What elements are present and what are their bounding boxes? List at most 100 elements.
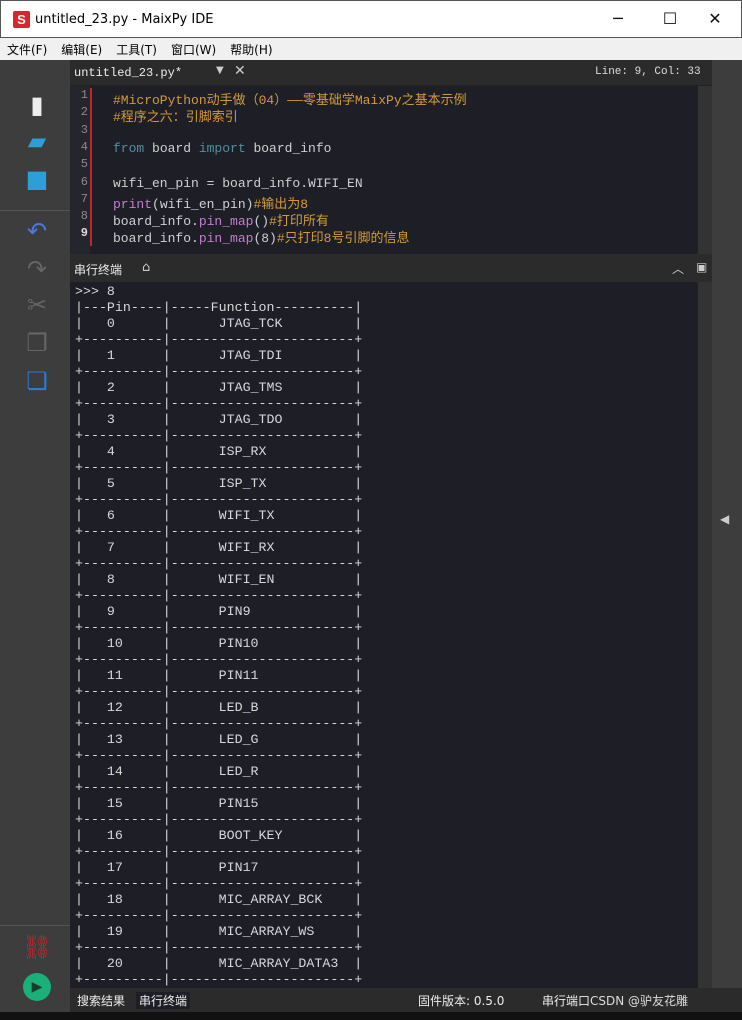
menu-tools[interactable]: 工具(T) — [109, 38, 164, 58]
serial-port-label[interactable]: 串行端口 — [542, 992, 590, 1009]
terminal-line: +----------|-----------------------+ — [75, 780, 363, 795]
serial-terminal-output[interactable]: >>> 8 |---Pin----|-----Function----------… — [70, 282, 697, 988]
terminal-line: +----------|-----------------------+ — [75, 332, 363, 347]
tab-serial-terminal[interactable]: 串行终端 — [136, 992, 191, 1009]
terminal-line: +----------|-----------------------+ — [75, 556, 363, 571]
run-icon[interactable]: ▶ — [23, 973, 51, 1001]
terminal-line: +----------|-----------------------+ — [75, 684, 363, 699]
terminal-line: +----------|-----------------------+ — [75, 652, 363, 667]
code-line: print(wifi_en_pin)#输出为8 — [113, 193, 308, 212]
app-logo-icon: S — [13, 11, 30, 28]
menu-help[interactable]: 帮助(H) — [223, 38, 279, 58]
file-tab[interactable]: untitled_23.py* — [74, 66, 182, 80]
terminal-line: | 9 | PIN9 | — [75, 604, 363, 619]
new-file-icon[interactable]: ▮ — [20, 90, 54, 120]
code-line: from board import board_info — [113, 141, 331, 156]
tab-search-results[interactable]: 搜索结果 — [77, 992, 125, 1009]
terminal-title: 串行终端 — [74, 263, 123, 277]
cut-icon[interactable]: ✂ — [20, 290, 54, 320]
close-tab-icon[interactable]: ✕ — [234, 63, 246, 79]
maximize-button[interactable]: ☐ — [655, 9, 685, 31]
watermark: CSDN @驴友花雕 — [590, 994, 689, 1008]
float-panel-icon[interactable]: ▣ — [696, 260, 707, 274]
editor-scrollbar[interactable] — [697, 86, 712, 254]
status-bar: 搜索结果 串行终端 固件版本: 0.5.0 串行端口 CSDN @驴友花雕 — [70, 988, 742, 1012]
terminal-line: +----------|-----------------------+ — [75, 492, 363, 507]
code-token: #只打印8号引脚的信息 — [276, 231, 410, 247]
collapse-icon[interactable]: ︿ — [672, 260, 684, 277]
code-token: from — [113, 140, 145, 156]
terminal-line: | 11 | PIN11 | — [75, 668, 363, 683]
terminal-line: | 14 | LED_R | — [75, 764, 363, 779]
terminal-line: | 3 | JTAG_TDO | — [75, 412, 363, 427]
menu-edit[interactable]: 编辑(E) — [54, 38, 109, 58]
close-button[interactable]: ✕ — [700, 9, 730, 31]
terminal-line: | 6 | WIFI_TX | — [75, 508, 363, 523]
terminal-line: +----------|-----------------------+ — [75, 940, 363, 955]
terminal-line: +----------|-----------------------+ — [75, 396, 363, 411]
menu-window[interactable]: 窗口(W) — [164, 38, 223, 58]
terminal-line: +----------|-----------------------+ — [75, 364, 363, 379]
line-number: 9 — [80, 226, 88, 241]
terminal-line: | 1 | JTAG_TDI | — [75, 348, 363, 363]
left-toolbar: ▮ ▰ ■ ↶ ↷ ✂ ❐ ❏ ⛓ ▶ — [0, 60, 70, 1020]
copy-icon[interactable]: ❐ — [20, 328, 54, 358]
line-number: 2 — [80, 105, 88, 120]
clear-terminal-icon[interactable]: ⌂ — [142, 260, 150, 275]
terminal-line: | 15 | PIN15 | — [75, 796, 363, 811]
line-number: 8 — [80, 209, 88, 224]
title-bar: S untitled_23.py - MaixPy IDE ─ ☐ ✕ — [0, 0, 742, 38]
expand-panel-icon[interactable]: ◀ — [720, 512, 729, 526]
save-icon[interactable]: ■ — [20, 164, 54, 194]
terminal-line: | 12 | LED_B | — [75, 700, 363, 715]
minimize-button[interactable]: ─ — [603, 9, 633, 31]
code-token: import — [198, 140, 246, 156]
terminal-line: | 19 | MIC_ARRAY_WS | — [75, 924, 363, 939]
terminal-line: +----------|-----------------------+ — [75, 844, 363, 859]
terminal-line: | 20 | MIC_ARRAY_DATA3 | — [75, 956, 363, 971]
terminal-line: +----------|-----------------------+ — [75, 588, 363, 603]
terminal-scrollbar[interactable] — [697, 282, 712, 988]
terminal-line: +----------|-----------------------+ — [75, 716, 363, 731]
terminal-line: | 16 | BOOT_KEY | — [75, 828, 363, 843]
menu-bar: 文件(F) 编辑(E) 工具(T) 窗口(W) 帮助(H) — [0, 38, 742, 60]
disconnect-icon[interactable]: ⛓ — [20, 932, 54, 962]
terminal-line: +----------|-----------------------+ — [75, 620, 363, 635]
window-bottom-edge — [0, 1012, 742, 1020]
menu-file[interactable]: 文件(F) — [0, 38, 54, 58]
line-number: 7 — [80, 191, 88, 206]
terminal-line: | 5 | ISP_TX | — [75, 476, 363, 491]
terminal-line: | 4 | ISP_RX | — [75, 444, 363, 459]
terminal-line: +----------|-----------------------+ — [75, 908, 363, 923]
paste-icon[interactable]: ❏ — [20, 366, 54, 396]
terminal-line: | 7 | WIFI_RX | — [75, 540, 363, 555]
code-token: board — [144, 140, 199, 156]
code-token: (8) — [253, 231, 277, 247]
line-number: 1 — [80, 88, 88, 102]
code-line: board_info.pin_map()#打印所有 — [113, 210, 329, 229]
code-line: #MicroPython动手做（04）——零基础学MaixPy之基本示例 — [113, 89, 467, 108]
terminal-line: +----------|-----------------------+ — [75, 876, 363, 891]
code-token: board_info — [245, 140, 332, 156]
redo-icon[interactable]: ↷ — [20, 254, 54, 284]
terminal-line: | 2 | JTAG_TMS | — [75, 380, 363, 395]
terminal-line: +----------|-----------------------+ — [75, 748, 363, 763]
terminal-line: +----------|-----------------------+ — [75, 428, 363, 443]
terminal-header: 串行终端 ⌂ ︿ ▣ — [70, 257, 712, 281]
tab-dropdown-icon[interactable]: ▼ — [216, 65, 224, 76]
line-number: 5 — [80, 157, 88, 172]
terminal-line: | 0 | JTAG_TCK | — [75, 316, 363, 331]
line-number: 4 — [80, 139, 88, 154]
right-panel-strip: ◀ — [712, 60, 742, 1012]
window-title: untitled_23.py - MaixPy IDE — [35, 12, 214, 27]
cursor-position: Line: 9, Col: 33 — [595, 66, 701, 78]
undo-icon[interactable]: ↶ — [20, 216, 54, 246]
terminal-line: | 18 | MIC_ARRAY_BCK | — [75, 892, 363, 907]
terminal-line: >>> 8 — [75, 284, 115, 299]
line-number: 6 — [80, 174, 88, 189]
open-folder-icon[interactable]: ▰ — [20, 126, 54, 156]
modified-marker — [90, 88, 92, 246]
code-line: #程序之六：引脚索引 — [113, 106, 238, 125]
code-line: wifi_en_pin = board_info.WIFI_EN — [113, 176, 363, 191]
code-token: pin_map — [198, 231, 254, 247]
